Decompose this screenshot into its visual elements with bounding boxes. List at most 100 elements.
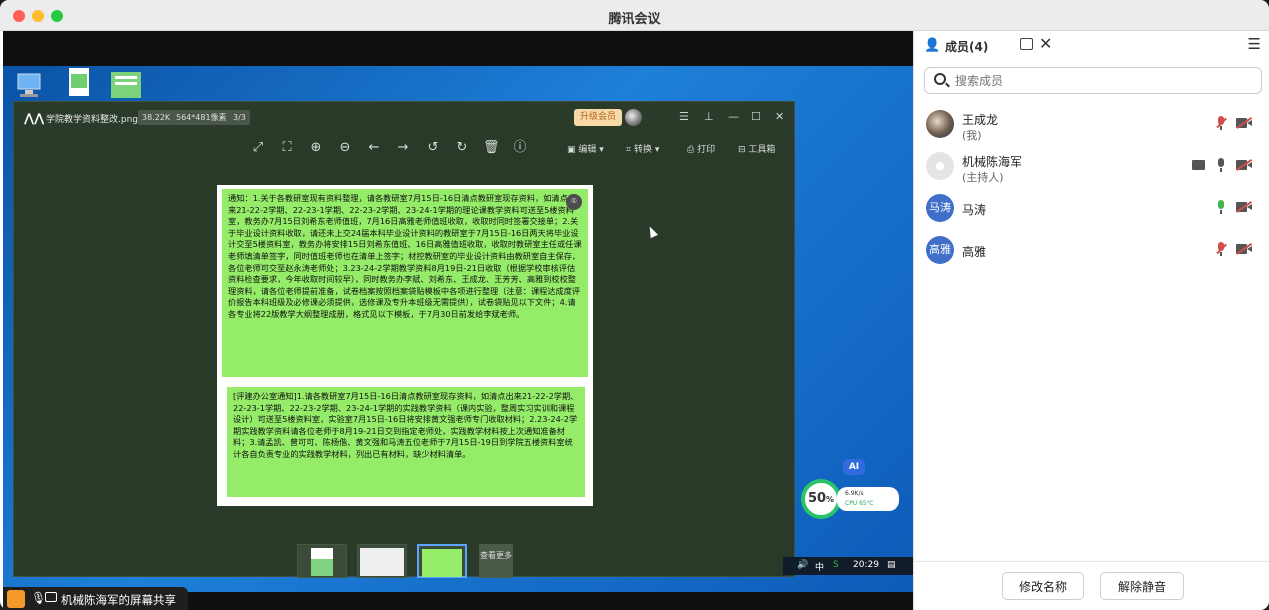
camera-off-icon[interactable] [1236, 244, 1252, 254]
message-1-text: 通知：1.关于各教研室现有资料整理，请各教研室7月15日-16日清点教研室现存资… [228, 193, 582, 319]
edit-icon: ▣ [567, 145, 576, 155]
notification-icon[interactable]: ▤ [887, 560, 896, 570]
delete-icon[interactable]: 🗑 [483, 140, 500, 156]
convert-menu[interactable]: ⌗ 转换 ▾ [626, 142, 659, 155]
member-name: 高雅 [962, 245, 987, 259]
mic-muted-icon[interactable] [1216, 242, 1226, 256]
image-viewer-window: ⋀⋀ 学院教学资料整改.png 38.22K 564*481像素 3/3 升级会… [13, 101, 795, 578]
thumbnail-3[interactable] [417, 544, 467, 578]
member-name: 机械陈海军 [962, 155, 1023, 169]
mic-icon[interactable] [1216, 158, 1226, 172]
viewer-filename: 学院教学资料整改.png [46, 115, 138, 125]
print-button[interactable]: ⎙ 打印 [687, 142, 715, 155]
crop-icon: ⌗ [626, 145, 632, 155]
image-file-icon [111, 70, 141, 100]
viewer-toolbar: ⤢ ⛶ ⊕ ⊖ ← → ↺ ↻ 🗑 ⓘ ▣ 编辑 ▾ ⌗ 转换 ▾ ⎙ 打印 ⊟… [14, 134, 794, 162]
member-row[interactable]: 马涛 马涛 [914, 188, 1269, 228]
next-image-icon[interactable]: → [395, 140, 411, 156]
mic-muted-icon[interactable] [1216, 116, 1226, 130]
members-title: 成员(4) [945, 40, 989, 54]
members-panel-footer: 修改名称 解除静音 [914, 561, 1269, 610]
info-icon[interactable]: ⓘ [512, 140, 528, 156]
viewer-filesize: 38.22K [138, 110, 175, 125]
displayed-image: 通知：1.关于各教研室现有资料整理，请各教研室7月15日-16日清点教研室现存资… [217, 185, 593, 506]
viewer-maximize-icon[interactable]: ☐ [751, 110, 761, 123]
ai-badge[interactable]: AI [843, 459, 865, 475]
member-row[interactable]: 王成龙 (我) [914, 104, 1269, 144]
previous-image-icon[interactable]: ← [366, 140, 382, 156]
rename-button[interactable]: 修改名称 [1002, 572, 1084, 600]
microphone-icon: 🎙 [31, 591, 47, 605]
taskbar-clock[interactable]: 20:29 [853, 560, 879, 570]
window-title: 腾讯会议 [608, 12, 661, 27]
edit-menu[interactable]: ▣ 编辑 ▾ [567, 142, 604, 155]
screen-icon [45, 592, 57, 602]
camera-off-icon[interactable] [1236, 160, 1252, 170]
remote-taskbar: 🔊 中 S 20:29 ▤ [783, 557, 913, 575]
rotate-left-icon[interactable]: ↺ [425, 140, 441, 156]
viewer-title-bar: ⋀⋀ 学院教学资料整改.png 38.22K 564*481像素 3/3 升级会… [14, 102, 794, 134]
cpu-temp: CPU 65℃ [845, 500, 874, 507]
avatar: 马涛 [926, 194, 954, 222]
upgrade-vip-button[interactable]: 升级会员 [574, 109, 623, 126]
scan-icon[interactable]: ⌾ [566, 194, 582, 210]
viewer-close-icon[interactable]: ✕ [775, 110, 784, 123]
perf-details: 6.9K/s CPU 65℃ [837, 487, 899, 511]
more-menu-icon[interactable]: ☰ [1248, 35, 1261, 53]
shared-screen: ⋀⋀ 学院教学资料整改.png 38.22K 564*481像素 3/3 升级会… [3, 31, 913, 610]
fullscreen-icon[interactable]: ⤢ [250, 140, 266, 156]
message-2-text: [评建办公室通知]1.请各教研室7月15日-16日清点教研室现存资料，如清点出来… [233, 391, 579, 459]
fit-window-icon[interactable]: ⛶ [279, 140, 295, 156]
camera-off-icon[interactable] [1236, 118, 1252, 128]
toolbox-button[interactable]: ⊟ 工具箱 [738, 142, 775, 155]
screen-share-indicator[interactable]: 🎙 机械陈海军的屏幕共享 [3, 587, 188, 610]
chat-message-1: 通知：1.关于各教研室现有资料整理，请各教研室7月15日-16日清点教研室现存资… [222, 189, 588, 377]
chat-message-2: [评建办公室通知]1.请各教研室7月15日-16日清点教研室现存资料，如清点出来… [227, 387, 585, 497]
screen-share-label: 机械陈海军的屏幕共享 [61, 593, 176, 607]
viewer-user-avatar[interactable] [625, 109, 642, 126]
presenter-avatar-icon [7, 590, 25, 608]
toolbox-icon: ⊟ [738, 145, 746, 155]
member-search-box[interactable] [924, 67, 1262, 94]
network-speed: 6.9K/s [845, 490, 864, 497]
mouse-cursor-icon [646, 224, 658, 239]
printer-icon: ⎙ [687, 145, 695, 155]
member-search-input[interactable] [955, 72, 1245, 90]
search-icon [934, 73, 946, 85]
member-role: (我) [962, 129, 982, 142]
ime-indicator[interactable]: 中 [815, 560, 824, 573]
members-panel: 👤 成员(4) ✕ ☰ 王成龙 (我) ● 机械陈海军 (主持人) 马涛 [913, 31, 1269, 610]
viewer-logo-icon: ⋀⋀ [24, 111, 45, 125]
zoom-out-icon[interactable]: ⊖ [337, 140, 353, 156]
avatar [926, 110, 954, 138]
rotate-right-icon[interactable]: ↻ [454, 140, 470, 156]
member-role: (主持人) [962, 171, 1004, 184]
avatar: ● [926, 152, 954, 180]
viewer-dimensions: 564*481像素 [172, 110, 231, 125]
avatar: 高雅 [926, 236, 954, 264]
close-panel-icon[interactable]: ✕ [1039, 34, 1052, 53]
document-file-icon [65, 68, 95, 98]
popout-icon[interactable] [1020, 38, 1033, 50]
camera-off-icon[interactable] [1236, 202, 1252, 212]
member-name: 王成龙 [962, 113, 999, 127]
computer-icon [15, 70, 45, 100]
viewer-minimize-icon[interactable]: — [728, 110, 739, 123]
mic-speaking-icon[interactable] [1216, 200, 1226, 214]
volume-icon[interactable]: 🔊 [797, 560, 808, 570]
member-row[interactable]: ● 机械陈海军 (主持人) [914, 146, 1269, 186]
perf-percent: 50 [807, 491, 827, 506]
screen-sharing-icon [1192, 160, 1205, 170]
thumbnail-2[interactable] [357, 544, 407, 578]
member-row[interactable]: 高雅 高雅 [914, 230, 1269, 270]
unmute-button[interactable]: 解除静音 [1100, 572, 1184, 600]
thumbnail-strip: 查看更多 [14, 544, 794, 578]
view-more-button[interactable]: 查看更多 [479, 544, 513, 578]
tray-app-icon[interactable]: S [833, 560, 839, 570]
thumbnail-1[interactable] [297, 544, 347, 578]
performance-widget[interactable]: 50% 6.9K/s CPU 65℃ [801, 479, 901, 519]
zoom-in-icon[interactable]: ⊕ [308, 140, 324, 156]
pin-icon[interactable]: ⊥ [704, 110, 714, 123]
viewer-menu-icon[interactable]: ☰ [679, 110, 689, 123]
viewer-page-indicator: 3/3 [229, 110, 250, 125]
